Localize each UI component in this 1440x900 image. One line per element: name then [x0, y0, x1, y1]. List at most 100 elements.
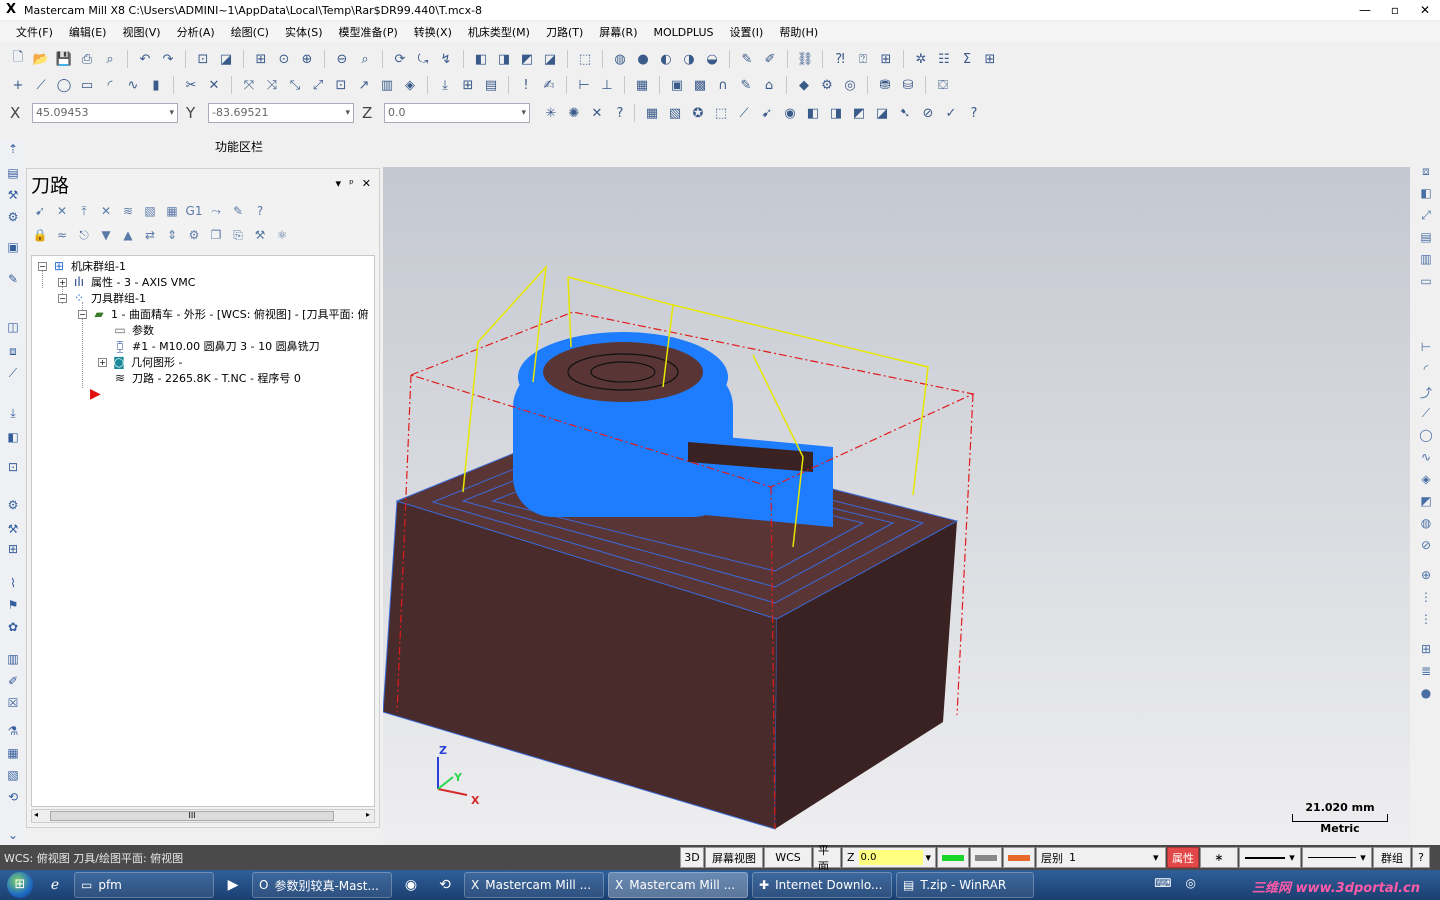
zoom-selected-icon[interactable]: ⌕ — [355, 49, 375, 69]
panel-pin-icon[interactable]: ᵖ — [349, 177, 354, 190]
toolpath-icon[interactable]: ✎ — [736, 75, 756, 95]
sphere-tool-icon[interactable]: ● — [1417, 686, 1435, 704]
scroll-thumb[interactable]: III — [50, 811, 334, 821]
rotate-icon[interactable]: ⟳ — [390, 49, 410, 69]
top-view-icon[interactable]: ◧ — [471, 49, 491, 69]
xform-move-icon[interactable]: ⤧ — [239, 75, 259, 95]
simulate-ops-icon[interactable]: ▦ — [163, 202, 181, 220]
brush-icon[interactable]: ✐ — [760, 49, 780, 69]
view-sheet-icon[interactable]: ▤ — [481, 75, 501, 95]
select-all-ops-icon[interactable]: ➹ — [31, 202, 49, 220]
chevron-down-icon[interactable]: ⌄ — [4, 828, 22, 844]
xform-stretch-icon[interactable]: ↗ — [354, 75, 374, 95]
snap-icon[interactable]: ⤓ — [435, 75, 455, 95]
fit-screen-icon[interactable]: ⤢ — [1417, 208, 1435, 226]
copy-icon[interactable]: ❐ — [207, 226, 225, 244]
color-green-icon[interactable] — [937, 847, 969, 868]
circle-icon[interactable]: ◯ — [54, 75, 74, 95]
line-style-select[interactable]: ▾ — [1239, 847, 1301, 868]
surface-icon[interactable]: ∩ — [713, 75, 733, 95]
stack-tool-icon[interactable]: ≣ — [1417, 664, 1435, 682]
chevron-down-icon[interactable]: ▾ — [1153, 851, 1159, 864]
vertex-select-icon[interactable]: ◪ — [872, 103, 892, 123]
taskbar-item-idm[interactable]: ✚ Internet Downlo... — [752, 872, 892, 898]
level-value[interactable]: 1 — [1069, 851, 1153, 864]
levels-icon[interactable]: ▥ — [1417, 252, 1435, 270]
edit-path-icon[interactable]: ✎ — [4, 272, 22, 288]
menu-toolpaths[interactable]: 刀路(T) — [538, 24, 591, 40]
cancel-icon[interactable]: ⊘ — [918, 103, 938, 123]
mold-icon[interactable]: ⚗ — [4, 724, 22, 740]
help-circle-icon[interactable]: ? — [964, 103, 984, 123]
cube-icon[interactable]: ⧈ — [4, 344, 22, 360]
network-app-icon[interactable]: ⟲ — [430, 872, 460, 898]
art-icon[interactable]: ✿ — [4, 620, 22, 636]
delete-icon[interactable]: ✕ — [204, 75, 224, 95]
toggle-display-icon[interactable]: ≈ — [53, 226, 71, 244]
select-all-icon[interactable]: ▦ — [642, 103, 662, 123]
tree-node-geometry[interactable]: + ◙ 几何图形 - — [98, 354, 182, 370]
machine-icon[interactable]: ⌂ — [759, 75, 779, 95]
redo-icon[interactable]: ↷ — [158, 49, 178, 69]
face-select-icon[interactable]: ◧ — [803, 103, 823, 123]
zoom-tool-icon[interactable]: ⊕ — [1417, 568, 1435, 586]
x-coord-input[interactable]: 45.09453 — [32, 103, 178, 123]
dimension-icon[interactable]: ⊢ — [1417, 340, 1435, 358]
arrow-up-icon[interactable]: ⇡ — [4, 142, 22, 158]
cplane-icon[interactable]: ⬚ — [575, 49, 595, 69]
y-coord-input[interactable]: -83.69521 — [208, 103, 354, 123]
menu-analyze[interactable]: 分析(A) — [169, 24, 223, 40]
window-select-icon[interactable]: ⬚ — [711, 103, 731, 123]
z-depth-field[interactable]: Z 0.0 ▾ — [842, 847, 936, 868]
chevron-down-icon[interactable]: ▾ — [925, 851, 931, 864]
high-feed-icon[interactable]: ⤳ — [207, 202, 225, 220]
drill-icon[interactable]: ⤓ — [4, 406, 22, 422]
curve-icon[interactable]: ∿ — [1417, 450, 1435, 468]
chain-select-icon[interactable]: ⟋ — [734, 103, 754, 123]
backplot-ops-icon[interactable]: ≋ — [119, 202, 137, 220]
globe-icon[interactable]: ◍ — [1417, 516, 1435, 534]
stock-icon[interactable]: ▣ — [667, 75, 687, 95]
graphics-viewport[interactable]: Z Y X 21.020 mm Metric — [383, 167, 1410, 845]
trim-icon[interactable]: ✂ — [181, 75, 201, 95]
taskbar-item-opera[interactable]: O 参数别较真-Mast... — [252, 872, 392, 898]
autocursor-icon[interactable]: ✳ — [541, 103, 561, 123]
btn-screen-view[interactable]: 屏幕视图 — [705, 847, 763, 868]
zoom-window-icon[interactable]: ⊞ — [251, 49, 271, 69]
scroll-to-insert-icon[interactable]: ⇕ — [163, 226, 181, 244]
tree-node-toolpath[interactable]: ≋ 刀路 - 2265.8K - T.NC - 程序号 0 — [112, 370, 301, 386]
unzoom-icon[interactable]: ⊖ — [332, 49, 352, 69]
xform-array-icon[interactable]: ▥ — [377, 75, 397, 95]
delete-ops-icon[interactable]: ✎ — [229, 202, 247, 220]
grid-icon[interactable]: ⊞ — [458, 75, 478, 95]
attributes-button[interactable]: 属性 — [1167, 847, 1199, 868]
panel-horizontal-scrollbar[interactable]: ◂ III ▸ — [31, 809, 375, 823]
select-only-icon[interactable]: ▧ — [665, 103, 685, 123]
print-icon[interactable]: ⎙ — [77, 49, 97, 69]
post-icon[interactable]: ⛃ — [875, 75, 895, 95]
shaded-cube-icon[interactable]: ◧ — [1417, 186, 1435, 204]
media-player-icon[interactable]: ▶ — [218, 872, 248, 898]
layers-icon[interactable]: ▤ — [1417, 230, 1435, 248]
taskbar-item-winrar[interactable]: ▤ T.zip - WinRAR — [896, 872, 1034, 898]
package-icon[interactable]: ▦ — [4, 746, 22, 762]
front-view-icon[interactable]: ◨ — [494, 49, 514, 69]
sigma-icon[interactable]: Σ — [957, 49, 977, 69]
line-icon[interactable]: ⟋ — [31, 75, 51, 95]
z-depth-input[interactable]: 0.0 — [858, 850, 924, 865]
save-icon[interactable]: 💾 — [54, 49, 74, 69]
refresh-icon[interactable]: ⟲ — [4, 790, 22, 806]
xform-offset-icon[interactable]: ⊡ — [331, 75, 351, 95]
qq-icon[interactable]: ◉ — [396, 872, 426, 898]
zoom-target-icon[interactable]: ⊙ — [274, 49, 294, 69]
note-icon[interactable]: ✍ — [539, 75, 559, 95]
shaded-edges-icon[interactable]: ◑ — [679, 49, 699, 69]
layout-icon[interactable]: ⊞ — [980, 49, 1000, 69]
collapse-icon[interactable]: − — [78, 309, 87, 319]
toggle-posting-icon[interactable]: ⎋ — [75, 226, 93, 244]
panel-dropdown-icon[interactable]: ▾ — [336, 177, 342, 190]
analyze-icon[interactable]: ⁈ — [830, 49, 850, 69]
line-width-select[interactable]: ▾ — [1302, 847, 1372, 868]
open-file-icon[interactable]: 📂 — [31, 49, 51, 69]
fast-point-icon[interactable]: ✺ — [564, 103, 584, 123]
